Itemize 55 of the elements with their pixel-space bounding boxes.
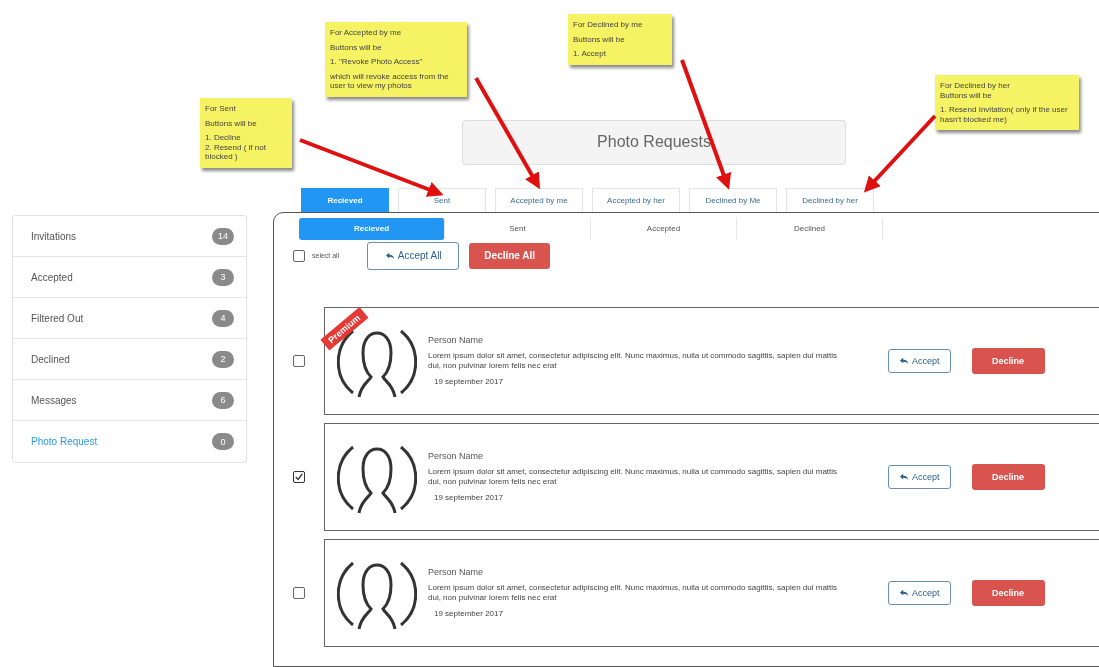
accept-button[interactable]: Accept (888, 464, 951, 489)
decline-all-button[interactable]: Decline All (469, 242, 551, 269)
request-message: Lorem ipsum dolor sit amet, consectetur adipiscing elit. Nunc maximus, nulla ut commodo sagittis, sapien dui mattis dui, non pulvinar lorem felis nec erat (428, 351, 839, 371)
sidebar-item[interactable]: Accepted 3 (13, 257, 246, 298)
note-text: Buttons will be (573, 34, 626, 45)
note-text: For Sent (205, 104, 237, 114)
note-text: 1. Accept (573, 49, 607, 59)
checkbox[interactable] (293, 586, 305, 599)
checkbox[interactable] (293, 470, 305, 483)
accept-button[interactable]: Accept (888, 348, 951, 373)
decline-button[interactable]: Decline (971, 347, 1045, 374)
decline-button[interactable]: Decline (971, 463, 1045, 490)
note-text: For Declined by me (573, 20, 644, 30)
reply-icon (899, 588, 909, 597)
count-badge: 6 (212, 391, 234, 409)
tab[interactable]: Accepted by her (592, 187, 680, 212)
note-text: 1. Decline 2. Resend ( if not blocked ) (205, 133, 267, 162)
decline-button[interactable]: Decline (971, 579, 1045, 606)
request-date: 19 september 2017 (434, 376, 504, 386)
count-badge: 4 (212, 309, 234, 327)
note-text: which will revoke access from the user to view my photos (330, 71, 450, 91)
sidebar-item[interactable]: Messages 6 (13, 380, 246, 421)
note-text: Buttons will be (330, 42, 383, 53)
note-text: Buttons will be (205, 118, 258, 129)
request-date: 19 september 2017 (434, 492, 504, 502)
reply-icon (899, 356, 909, 365)
tab[interactable]: Sent (398, 187, 486, 212)
note-text: 1. Resend Invitation( only if the user hasn't blocked me) (940, 105, 1069, 125)
sidebar-item[interactable]: Filtered Out 4 (13, 298, 246, 339)
checkbox[interactable] (293, 249, 305, 262)
accept-button[interactable]: Accept (888, 580, 951, 605)
page-title: Photo Requests (462, 120, 846, 165)
count-badge: 3 (212, 268, 234, 286)
person-name: Person Name (428, 567, 485, 578)
reply-icon (384, 251, 395, 260)
note-text: For Accepted by me (330, 28, 403, 38)
person-name: Person Name (428, 335, 485, 346)
request-message: Lorem ipsum dolor sit amet, consectetur adipiscing elit. Nunc maximus, nulla ut commodo sagittis, sapien dui mattis dui, non pulvinar lorem felis nec erat (428, 583, 839, 603)
sidebar-item[interactable]: Declined 2 (13, 339, 246, 380)
count-badge: 14 (212, 227, 234, 245)
tab[interactable]: Declined by her (786, 187, 874, 212)
checkbox[interactable] (293, 354, 305, 367)
request-message: Lorem ipsum dolor sit amet, consectetur adipiscing elit. Nunc maximus, nulla ut commodo sagittis, sapien dui mattis dui, non pulvinar lorem felis nec erat (428, 467, 839, 487)
tab[interactable]: Declined by Me (689, 187, 777, 212)
note-text: For Declined by her Buttons will be (940, 81, 1011, 101)
count-badge: 2 (212, 350, 234, 368)
check-icon (295, 472, 303, 481)
tab[interactable]: Accepted by me (495, 187, 583, 212)
note-text: 1. "Revoke Photo Access" (330, 57, 424, 67)
reply-icon (899, 472, 909, 481)
count-badge: 0 (212, 433, 234, 450)
request-date: 19 september 2017 (434, 608, 504, 618)
sidebar-item[interactable]: Invitations 14 (13, 216, 246, 257)
person-name: Person Name (428, 451, 485, 462)
accept-all-button[interactable]: Accept All (367, 241, 460, 270)
